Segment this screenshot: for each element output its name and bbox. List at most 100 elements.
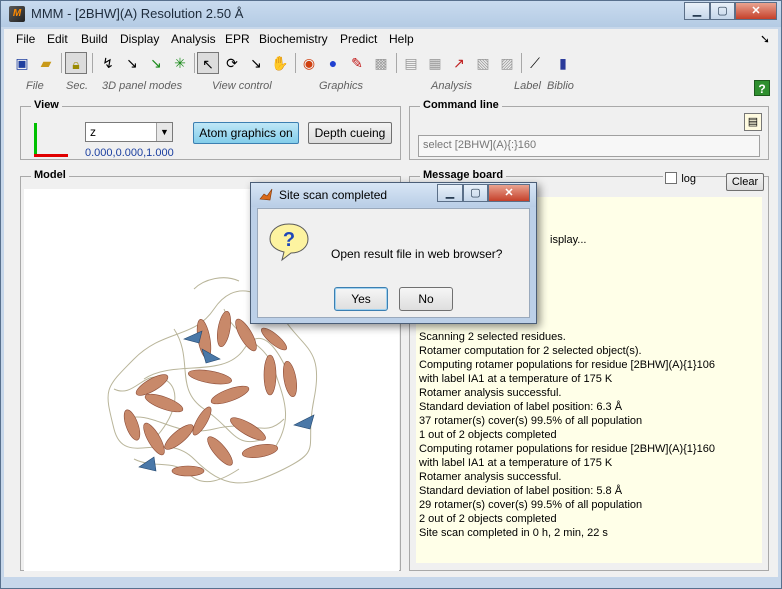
view-axis-value: z (90, 125, 96, 139)
dialog-close-button[interactable]: ✕ (488, 184, 530, 202)
yes-button[interactable]: Yes (334, 287, 388, 311)
sphere-icon[interactable]: ● (322, 52, 344, 74)
question-glyph: ? (283, 229, 295, 251)
view-panel: View z ▼ 0.000,0.000,1.000 Atom graphics… (20, 99, 401, 160)
select-all-icon[interactable]: ✳ (169, 52, 191, 74)
site-scan-dialog: Site scan completed ▁ ▢ ✕ ? Open result … (250, 182, 537, 324)
group-label-view-control: View control (212, 80, 272, 92)
message-line: 1 out of 2 objects completed (419, 429, 557, 441)
model-panel-title: Model (31, 169, 69, 181)
zoom-icon[interactable]: ↘ (245, 52, 267, 74)
question-icon: ? (269, 223, 309, 262)
menu-epr[interactable]: EPR (225, 32, 250, 46)
select-model-icon[interactable]: ↘ (145, 52, 167, 74)
label-tool-icon[interactable]: ✎ (346, 52, 368, 74)
menu-predict[interactable]: Predict (340, 32, 377, 46)
toolbar-separator (194, 53, 195, 73)
group-label-label: Label (514, 80, 541, 92)
pan-hand-icon[interactable]: ✋ (269, 52, 291, 74)
command-line-title: Command line (420, 99, 502, 111)
dialog-body: ? Open result file in web browser? Yes N… (257, 208, 530, 318)
save-icon[interactable]: ▣ (11, 52, 33, 74)
menu-help[interactable]: Help (389, 32, 414, 46)
matlab-icon (259, 188, 273, 201)
log-label: log (681, 173, 696, 185)
menu-display[interactable]: Display (120, 32, 159, 46)
pointer-icon[interactable]: ↖ (197, 52, 219, 74)
view-axis-select[interactable]: z ▼ (85, 122, 173, 142)
atom-graphics-toggle[interactable]: Atom graphics on (193, 122, 299, 144)
x-axis-icon (34, 154, 68, 157)
toolbar-separator (295, 53, 296, 73)
command-input[interactable]: select [2BHW](A){:}160 (418, 135, 760, 157)
menu-file[interactable]: File (16, 32, 35, 46)
log-checkbox-box[interactable] (665, 172, 678, 184)
group-label-3d-panel-modes: 3D panel modes (102, 80, 183, 92)
paste-icon[interactable]: ▤ (744, 113, 762, 131)
message-line: Rotamer computation for 2 selected objec… (419, 345, 642, 357)
toolbar-separator (92, 53, 93, 73)
app-icon: M (9, 6, 25, 22)
message-line: Rotamer analysis successful. (419, 387, 562, 399)
chart-icon[interactable]: ▨ (496, 52, 518, 74)
camera-icon[interactable]: ▩ (370, 52, 392, 74)
rotate-icon[interactable]: ⟳ (221, 52, 243, 74)
message-lines: Scanning 2 selected residues. Rotamer co… (419, 330, 715, 540)
menu-overflow-icon[interactable]: ➘ (760, 32, 770, 46)
select-residue-icon[interactable]: ↯ (97, 52, 119, 74)
toolbar-separator (396, 53, 397, 73)
message-line: with label IA1 at a temperature of 175 K (419, 373, 613, 385)
color-wheel-icon[interactable]: ◉ (298, 52, 320, 74)
message-line: Scanning 2 selected residues. (419, 331, 566, 343)
open-folder-icon[interactable]: ▰ (35, 52, 57, 74)
message-line: Computing rotamer populations for residu… (419, 359, 715, 371)
menu-bar: File Edit Build Display Analysis EPR Bio… (4, 29, 778, 49)
message-line: Standard deviation of label position: 6.… (419, 401, 623, 413)
message-board-title: Message board (420, 169, 507, 181)
client-area: View z ▼ 0.000,0.000,1.000 Atom graphics… (4, 97, 778, 577)
message-line: Standard deviation of label position: 5.… (419, 485, 623, 497)
log-checkbox[interactable]: log (663, 172, 696, 185)
toolbar-separator (61, 53, 62, 73)
menu-biochemistry[interactable]: Biochemistry (259, 32, 328, 46)
toolbar-separator (521, 53, 522, 73)
info-icon[interactable]: ▤ (400, 52, 422, 74)
toolbar: ▣ ▰ 🔒︎ ↯ ↘ ↘ ✳ ↖ ⟳ ↘ ✋ ◉ ● ✎ ▩ ▤ ▦ ↗ ▧ ▨… (4, 49, 778, 77)
message-line: with label IA1 at a temperature of 175 K (419, 457, 613, 469)
no-button[interactable]: No (399, 287, 453, 311)
message-line: Computing rotamer populations for residu… (419, 443, 715, 455)
dialog-title-bar: Site scan completed ▁ ▢ ✕ (251, 183, 536, 207)
chevron-down-icon[interactable]: ▼ (156, 123, 172, 141)
distance-icon[interactable]: ↗ (448, 52, 470, 74)
message-line: 2 out of 2 objects completed (419, 513, 557, 525)
message-hidden-fragment: isplay... (550, 234, 587, 246)
dialog-minimize-button[interactable]: ▁ (437, 184, 463, 202)
group-label-graphics: Graphics (319, 80, 364, 92)
lock-icon[interactable]: 🔒︎ (65, 52, 87, 74)
depth-cueing-toggle[interactable]: Depth cueing (308, 122, 392, 144)
message-line: Site scan completed in 0 h, 2 min, 22 s (419, 527, 608, 539)
clear-button[interactable]: Clear (726, 173, 764, 191)
close-button[interactable]: ✕ (735, 2, 777, 20)
menu-edit[interactable]: Edit (47, 32, 68, 46)
message-line: Rotamer analysis successful. (419, 471, 562, 483)
menu-build[interactable]: Build (81, 32, 108, 46)
nitroxide-label-icon[interactable]: ⟋ (524, 52, 546, 74)
minimize-button[interactable]: ▁ (684, 2, 710, 20)
menu-analysis[interactable]: Analysis (171, 32, 216, 46)
title-bar: M MMM - [2BHW](A) Resolution 2.50 Å ▁ ▢ … (1, 1, 781, 27)
dialog-maximize-button[interactable]: ▢ (463, 184, 488, 202)
help-button[interactable]: ? (754, 80, 770, 96)
select-chain-icon[interactable]: ↘ (121, 52, 143, 74)
main-window: M MMM - [2BHW](A) Resolution 2.50 Å ▁ ▢ … (0, 0, 782, 589)
secondary-structure-icon[interactable]: ▦ (424, 52, 446, 74)
dialog-message: Open result file in web browser? (331, 247, 503, 261)
book-icon[interactable]: ▮ (552, 52, 574, 74)
axes-icon (34, 123, 68, 157)
view-vector: 0.000,0.000,1.000 (85, 147, 174, 159)
plot-icon[interactable]: ▧ (472, 52, 494, 74)
view-panel-title: View (31, 99, 62, 111)
group-label-analysis: Analysis (431, 80, 472, 92)
maximize-button[interactable]: ▢ (710, 2, 735, 20)
message-line: 37 rotamer(s) cover(s) 99.5% of all popu… (419, 415, 643, 427)
